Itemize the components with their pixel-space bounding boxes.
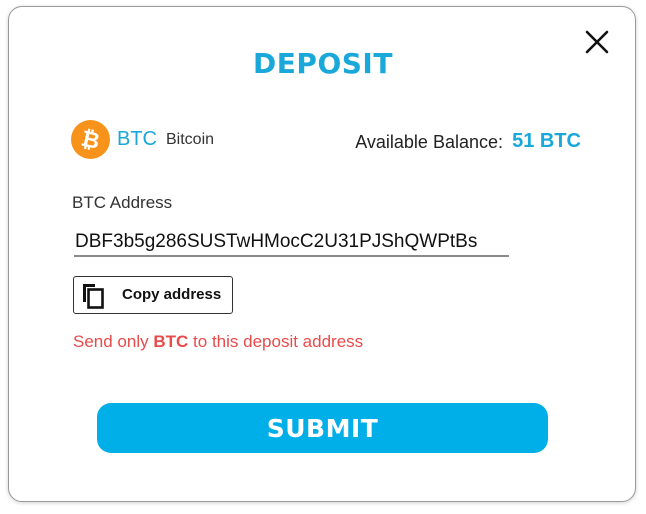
warning-suffix: to this deposit address	[193, 332, 364, 351]
balance-label: Available Balance:	[355, 132, 503, 152]
deposit-warning: Send only BTC to this deposit address	[73, 332, 363, 352]
copy-icon	[83, 284, 104, 309]
submit-button[interactable]: SUBMIT	[97, 403, 548, 453]
warning-coin: BTC	[153, 332, 189, 351]
coin-symbol: BTC	[117, 128, 157, 150]
balance-value: 51 BTC	[512, 130, 581, 152]
address-field[interactable]	[74, 229, 509, 257]
warning-prefix: Send only	[73, 332, 149, 351]
coin-name: Bitcoin	[166, 131, 215, 148]
address-label: BTC Address	[72, 193, 173, 212]
coin-row: ₿ BTC Bitcoin Available Balance: 51 BTC	[71, 120, 581, 160]
modal-title: DEPOSIT	[253, 47, 393, 80]
bitcoin-icon: ₿	[71, 120, 110, 159]
copy-address-label: Copy address	[122, 286, 222, 303]
copy-address-button[interactable]: Copy address	[73, 276, 233, 314]
deposit-modal: DEPOSIT ₿ BTC Bitcoin Available Balance:…	[8, 6, 636, 502]
